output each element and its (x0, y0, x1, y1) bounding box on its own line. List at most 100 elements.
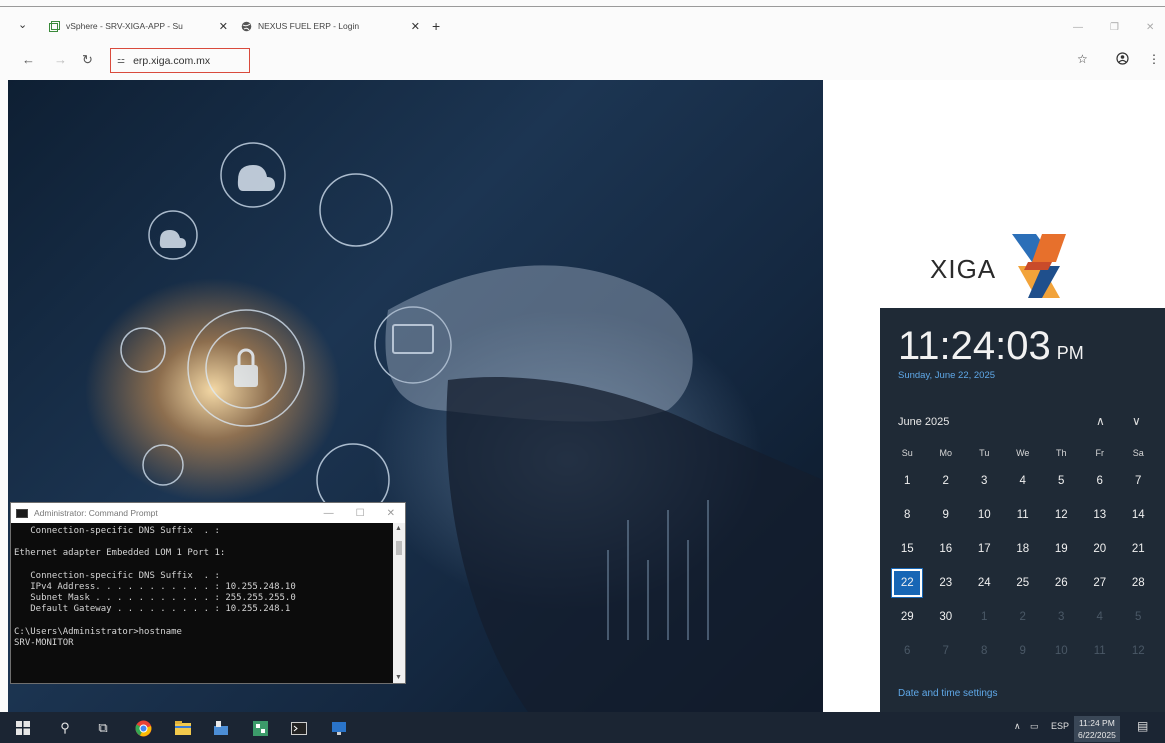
back-icon[interactable]: ← (22, 52, 35, 67)
cmd-scrollbar[interactable]: ▲ ▼ (393, 523, 405, 683)
profile-icon[interactable] (1116, 52, 1129, 68)
calendar-day[interactable]: 25 (1004, 577, 1043, 589)
previous-month-icon[interactable]: ∧ (1096, 414, 1105, 428)
weekday-label: Mo (939, 448, 952, 458)
scroll-thumb[interactable] (396, 541, 402, 555)
calendar-day[interactable]: 4 (1081, 611, 1120, 623)
calendar-day[interactable]: 26 (1042, 577, 1081, 589)
tab-label: vSphere - SRV-XIGA-APP - Su (66, 21, 183, 31)
weekday-label: Su (901, 448, 913, 458)
bookmark-star-icon[interactable]: ☆ (1077, 52, 1088, 66)
terminal-icon[interactable] (290, 719, 308, 737)
server-manager-icon[interactable] (212, 719, 230, 737)
close-icon[interactable]: ✕ (387, 508, 395, 519)
close-tab-icon[interactable]: ✕ (411, 20, 420, 33)
cmd-line: C:\Users\Administrator>hostname (14, 626, 182, 637)
minimize-icon[interactable]: — (1073, 22, 1083, 33)
month-label[interactable]: June 2025 (898, 416, 949, 428)
next-month-icon[interactable]: ∨ (1132, 414, 1141, 428)
taskbar-clock[interactable]: 11:24 PM 6/22/2025 (1074, 716, 1120, 742)
start-windows-icon[interactable] (14, 719, 32, 737)
menu-kebab-icon[interactable]: ⋮ (1148, 52, 1160, 66)
maximize-icon[interactable]: ☐ (356, 508, 365, 519)
calendar-day[interactable]: 20 (1081, 543, 1120, 555)
cmd-output[interactable]: Connection-specific DNS Suffix . : Ethern… (11, 523, 405, 649)
reload-icon[interactable]: ↻ (82, 52, 93, 68)
calendar-day[interactable]: 5 (1119, 611, 1158, 623)
calendar-day[interactable]: 7 (927, 645, 966, 657)
address-bar[interactable]: ⚍ erp.xiga.com.mx (110, 48, 250, 73)
site-info-icon[interactable]: ⚍ (117, 55, 125, 66)
calendar-day[interactable]: 16 (927, 543, 966, 555)
date-time-settings-link[interactable]: Date and time settings (898, 688, 998, 699)
calendar-day[interactable]: 15 (888, 543, 927, 555)
tab-search-chevron-icon[interactable]: ⌄ (18, 18, 27, 31)
calendar-day[interactable]: 1 (888, 475, 927, 487)
calendar-day[interactable]: 29 (888, 611, 927, 623)
search-icon[interactable]: ⚲ (56, 719, 74, 737)
close-window-icon[interactable]: ✕ (1146, 22, 1154, 33)
calendar-day[interactable]: 10 (965, 509, 1004, 521)
calendar-day[interactable]: 18 (1004, 543, 1043, 555)
cmd-line (14, 537, 405, 548)
chrome-icon[interactable] (134, 719, 152, 737)
calendar-day[interactable]: 24 (965, 577, 1004, 589)
calendar-day[interactable]: 19 (1042, 543, 1081, 555)
address-url: erp.xiga.com.mx (133, 54, 211, 67)
file-explorer-icon[interactable] (174, 719, 192, 737)
calendar-day[interactable]: 9 (927, 509, 966, 521)
calendar-week-row: 8 9 10 11 12 13 14 (888, 498, 1158, 532)
calendar-day[interactable]: 21 (1119, 543, 1158, 555)
scroll-down-icon[interactable]: ▼ (395, 674, 402, 681)
calendar-day[interactable]: 12 (1119, 645, 1158, 657)
keyboard-language[interactable]: ESP (1051, 721, 1069, 731)
calendar-day[interactable]: 3 (1042, 611, 1081, 623)
calendar-day[interactable]: 8 (888, 509, 927, 521)
calendar-day[interactable]: 14 (1119, 509, 1158, 521)
calendar-week-row: 22 23 24 25 26 27 28 (888, 566, 1158, 600)
tab-nexus-fuel-erp[interactable]: NEXUS FUEL ERP - Login ✕ (240, 16, 420, 36)
calendar-day[interactable]: 11 (1004, 509, 1043, 521)
calendar-day[interactable]: 6 (888, 645, 927, 657)
calendar-day[interactable]: 11 (1081, 645, 1120, 657)
cmd-title: Administrator: Command Prompt (34, 508, 158, 518)
calendar-day[interactable]: 23 (927, 577, 966, 589)
minimize-icon[interactable]: — (324, 508, 334, 519)
calendar-day[interactable]: 28 (1119, 577, 1158, 589)
command-prompt-window[interactable]: Administrator: Command Prompt — ☐ ✕ Conn… (10, 502, 406, 684)
task-view-icon[interactable]: ⧉ (94, 719, 112, 737)
cmd-line: Default Gateway . . . . . . . . . : 10.2… (14, 604, 291, 615)
calendar-day[interactable]: 7 (1119, 475, 1158, 487)
notifications-icon[interactable]: ▤ (1137, 719, 1148, 733)
calendar-day[interactable]: 12 (1042, 509, 1081, 521)
restore-icon[interactable]: ❐ (1110, 22, 1119, 33)
scroll-up-icon[interactable]: ▲ (395, 525, 402, 532)
calendar-day[interactable]: 6 (1081, 475, 1120, 487)
forward-icon[interactable]: → (54, 52, 67, 67)
calendar-day[interactable]: 4 (1004, 475, 1043, 487)
calendar-day[interactable]: 8 (965, 645, 1004, 657)
calendar-day[interactable]: 13 (1081, 509, 1120, 521)
calendar-day[interactable]: 3 (965, 475, 1004, 487)
app-grid-icon[interactable] (251, 719, 269, 737)
calendar-day[interactable]: 2 (927, 475, 966, 487)
cmd-titlebar[interactable]: Administrator: Command Prompt — ☐ ✕ (11, 503, 405, 523)
tab-vsphere[interactable]: vSphere - SRV-XIGA-APP - Su ✕ (48, 16, 228, 36)
calendar-day[interactable]: 30 (927, 611, 966, 623)
remote-desktop-icon[interactable] (330, 719, 348, 737)
calendar-day[interactable]: 5 (1042, 475, 1081, 487)
calendar-day[interactable]: 2 (1004, 611, 1043, 623)
new-tab-button[interactable]: + (432, 19, 440, 33)
network-icon[interactable]: ▭ (1030, 721, 1039, 732)
calendar-day[interactable]: 10 (1042, 645, 1081, 657)
close-tab-icon[interactable]: ✕ (219, 20, 228, 33)
calendar-day[interactable]: 1 (965, 611, 1004, 623)
calendar-day-today[interactable]: 22 (888, 568, 927, 598)
calendar-day[interactable]: 27 (1081, 577, 1120, 589)
vsphere-icon (48, 20, 60, 32)
cmd-line: Ethernet adapter Embedded LOM 1 Port 1: (14, 548, 226, 559)
long-date-link[interactable]: Sunday, June 22, 2025 (898, 370, 995, 381)
calendar-day[interactable]: 9 (1004, 645, 1043, 657)
calendar-day[interactable]: 17 (965, 543, 1004, 555)
tray-chevron-up-icon[interactable]: ∧ (1014, 721, 1021, 732)
